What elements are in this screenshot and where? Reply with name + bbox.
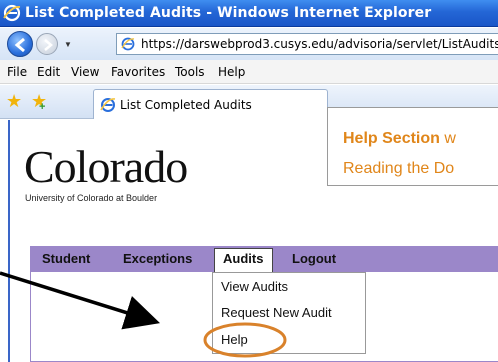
nav-student[interactable]: Student — [42, 251, 90, 266]
nav-audits[interactable]: Audits — [223, 251, 263, 266]
nav-logout[interactable]: Logout — [292, 251, 336, 266]
tab-label: List Completed Audits — [120, 98, 252, 112]
window-title: List Completed Audits - Windows Internet… — [25, 5, 432, 21]
favorites-star-icon[interactable]: ★ — [6, 92, 22, 110]
back-button[interactable] — [7, 31, 33, 57]
forward-arrow-icon — [44, 39, 53, 51]
callout-line-1: Help Section w — [343, 130, 456, 148]
nav-exceptions[interactable]: Exceptions — [123, 251, 192, 266]
menu-view[interactable]: View — [71, 65, 99, 79]
page-icon — [121, 37, 135, 51]
site-nav-bar: Student Exceptions Audits Logout — [30, 246, 498, 272]
back-arrow-icon — [14, 37, 25, 53]
history-dropdown-icon[interactable]: ▼ — [64, 40, 72, 49]
window-title-bar: List Completed Audits - Windows Internet… — [0, 0, 498, 27]
menu-edit[interactable]: Edit — [37, 65, 60, 79]
menu-file[interactable]: File — [7, 65, 27, 79]
menu-item-request-new-audit[interactable]: Request New Audit — [221, 305, 332, 320]
menu-help[interactable]: Help — [218, 65, 245, 79]
audits-dropdown-menu: View Audits Request New Audit Help — [212, 272, 366, 354]
forward-button[interactable] — [36, 33, 58, 55]
tab-page-icon — [100, 98, 116, 112]
university-subtitle: University of Colorado at Boulder — [25, 193, 158, 203]
menu-tools[interactable]: Tools — [175, 65, 205, 79]
address-bar[interactable]: https://darswebprod3.cusys.edu/advisoria… — [116, 33, 498, 55]
menu-item-view-audits[interactable]: View Audits — [221, 279, 288, 294]
tab-list-completed-audits[interactable]: List Completed Audits — [93, 89, 328, 119]
address-toolbar: ▼ https://darswebprod3.cusys.edu/advisor… — [0, 28, 498, 60]
url-text: https://darswebprod3.cusys.edu/advisoria… — [141, 37, 498, 51]
add-favorite-icon[interactable]: ★ + — [31, 92, 47, 113]
callout-bold-text: Help Section — [343, 130, 440, 147]
colorado-logo: Colorado — [24, 141, 188, 192]
menu-favorites[interactable]: Favorites — [111, 65, 165, 79]
callout-line-2: Reading the Do — [343, 160, 455, 177]
ie-logo-icon — [3, 4, 21, 22]
menu-item-help[interactable]: Help — [221, 332, 248, 347]
callout-rest-text: w — [439, 130, 456, 147]
help-callout-box: Help Section w Reading the Do — [327, 107, 498, 186]
menu-bar: File Edit View Favorites Tools Help — [0, 60, 498, 84]
